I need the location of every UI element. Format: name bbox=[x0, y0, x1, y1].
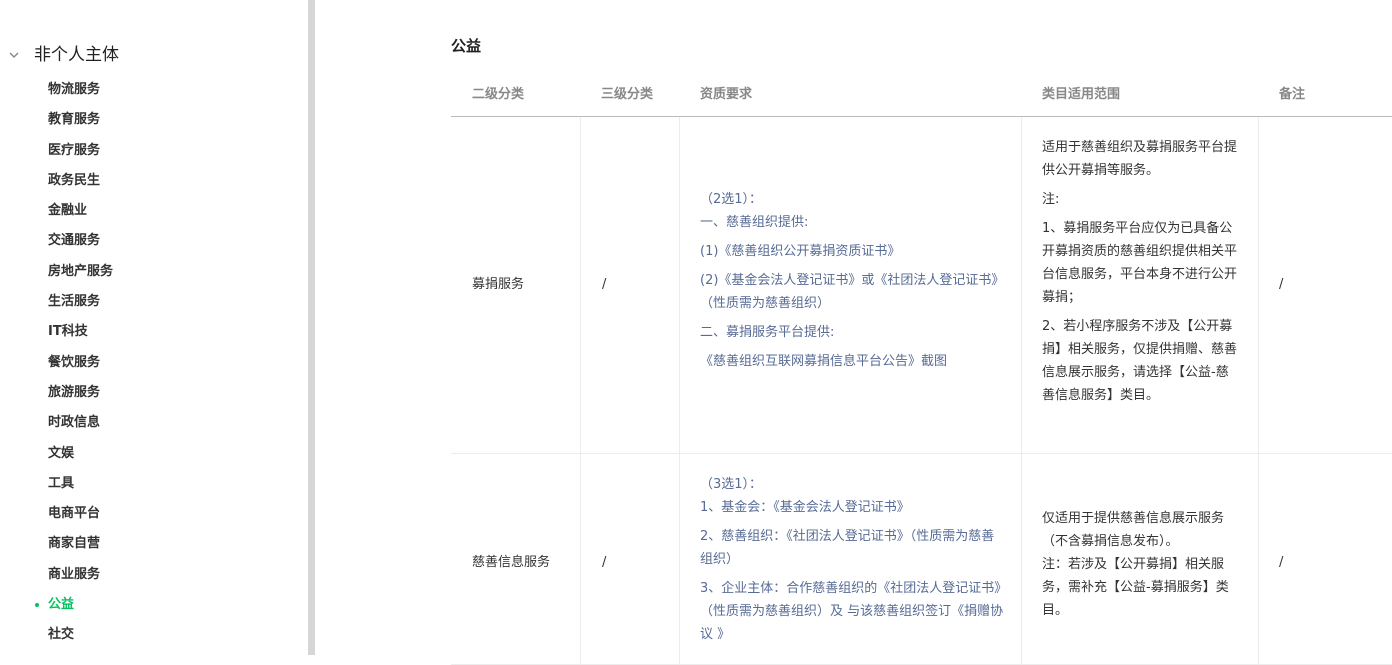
sidebar-item[interactable]: 工具 bbox=[48, 473, 113, 503]
qual-line: (1)《慈善组织公开募捐资质证书》 bbox=[700, 244, 901, 259]
sidebar-item[interactable]: 政务民生 bbox=[48, 170, 113, 200]
table-header: 二级分类 三级分类 资质要求 类目适用范围 备注 bbox=[451, 76, 1392, 117]
sidebar: 非个人主体 物流服务教育服务医疗服务政务民生金融业交通服务房地产服务生活服务 IT… bbox=[0, 0, 308, 655]
qual-line: 一、慈善组织提供: bbox=[700, 215, 809, 230]
sidebar-item-label: 生活服务 bbox=[48, 294, 101, 310]
sidebar-item[interactable]: 餐饮服务 bbox=[48, 352, 113, 382]
sidebar-item[interactable]: 生活服务 bbox=[48, 291, 113, 321]
active-dot-icon bbox=[35, 603, 39, 608]
cell-note: / bbox=[1279, 555, 1284, 570]
scope-line: 2、若小程序服务不涉及【公开募捐】相关服务，仅提供捐赠、慈善信息展示服务，请选择… bbox=[1042, 319, 1238, 403]
header-level2: 二级分类 bbox=[472, 87, 525, 102]
header-qualification: 资质要求 bbox=[700, 87, 753, 102]
sidebar-item[interactable]: 旅游服务 bbox=[48, 382, 113, 412]
qual-line: 3、企业主体：合作慈善组织的《社团法人登记证书》（性质需为慈善组织）及 与该慈善… bbox=[700, 581, 1004, 642]
chevron-down-icon[interactable] bbox=[8, 50, 20, 60]
sidebar-item[interactable]: 房地产服务 bbox=[48, 261, 113, 291]
scope-line: 仅适用于提供慈善信息展示服务（不含募捐信息发布）。 bbox=[1042, 511, 1225, 549]
cell-level3: / bbox=[602, 277, 607, 292]
sidebar-nav: 物流服务教育服务医疗服务政务民生金融业交通服务房地产服务生活服务 IT科技餐饮服务… bbox=[35, 79, 113, 655]
table-row: 募捐服务 / （2选1）： 一、慈善组织提供: (1)《慈善组织公开募捐资质证书… bbox=[451, 117, 1392, 454]
page-title: 公益 bbox=[451, 37, 482, 55]
sidebar-item-label: 商家自营 bbox=[48, 536, 101, 552]
sidebar-item[interactable]: 物流服务 bbox=[48, 79, 113, 109]
scope-line: 注: bbox=[1042, 192, 1060, 207]
sidebar-item-label: 商业服务 bbox=[48, 566, 101, 582]
header-scope: 类目适用范围 bbox=[1042, 87, 1121, 102]
sidebar-item-label: 房地产服务 bbox=[48, 263, 114, 279]
cell-level2: 慈善信息服务 bbox=[472, 555, 551, 570]
scope-line: 1、募捐服务平台应仅为已具备公开募捐资质的慈善组织提供相关平台信息服务，平台本身… bbox=[1042, 221, 1238, 305]
qual-line: (2)《基金会法人登记证书》或《社团法人登记证书》（性质需为慈善组织） bbox=[700, 273, 998, 311]
sidebar-item-label: 医疗服务 bbox=[48, 142, 101, 158]
sidebar-item[interactable]: 公益 bbox=[35, 594, 113, 624]
sidebar-item-label: 餐饮服务 bbox=[48, 354, 101, 370]
sidebar-item[interactable]: 金融业 bbox=[48, 200, 113, 230]
sidebar-item[interactable]: 交通服务 bbox=[48, 230, 113, 260]
qual-line: （3选1）： bbox=[700, 477, 763, 492]
scope-line: 注：若涉及【公开募捐】相关服务，需补充【公益-募捐服务】类目。 bbox=[1042, 557, 1229, 618]
qual-line: （2选1）： bbox=[700, 192, 763, 207]
sidebar-item[interactable]: 时政信息 bbox=[48, 412, 113, 442]
sidebar-item-label: 文娱 bbox=[48, 445, 75, 461]
qual-line: 1、基金会：《基金会法人登记证书》 bbox=[700, 500, 910, 515]
sidebar-item[interactable]: 电商平台 bbox=[48, 503, 113, 533]
sidebar-item-label: 电商平台 bbox=[48, 506, 101, 522]
sidebar-item[interactable]: 社交 bbox=[48, 624, 113, 654]
sidebar-item-label: 交通服务 bbox=[48, 233, 101, 249]
cell-level2: 募捐服务 bbox=[472, 277, 525, 292]
sidebar-item-label: 金融业 bbox=[48, 203, 88, 219]
header-note: 备注 bbox=[1279, 87, 1306, 102]
sidebar-item[interactable]: 商业服务 bbox=[48, 564, 113, 594]
qual-line: 2、慈善组织：《社团法人登记证书》（性质需为慈善组织） bbox=[700, 529, 995, 567]
cell-qualification: （3选1）： 1、基金会：《基金会法人登记证书》 2、慈善组织：《社团法人登记证… bbox=[700, 473, 1004, 646]
sidebar-group-title[interactable]: 非个人主体 bbox=[34, 43, 119, 67]
sidebar-item[interactable]: 教育服务 bbox=[48, 109, 113, 139]
qual-line: 《慈善组织互联网募捐信息平台公告》截图 bbox=[700, 354, 948, 369]
cell-note: / bbox=[1279, 277, 1284, 292]
scope-line: 适用于慈善组织及募捐服务平台提供公开募捐等服务。 bbox=[1042, 140, 1238, 178]
sidebar-item-label: 教育服务 bbox=[48, 112, 101, 128]
sidebar-divider bbox=[308, 0, 315, 655]
sidebar-item[interactable]: 文娱 bbox=[48, 443, 113, 473]
sidebar-item-label: 时政信息 bbox=[48, 415, 101, 431]
header-level3: 三级分类 bbox=[601, 87, 654, 102]
table-row: 慈善信息服务 / （3选1）： 1、基金会：《基金会法人登记证书》 2、慈善组织… bbox=[451, 454, 1392, 665]
cell-scope: 适用于慈善组织及募捐服务平台提供公开募捐等服务。 注: 1、募捐服务平台应仅为已… bbox=[1042, 136, 1238, 407]
cell-qualification: （2选1）： 一、慈善组织提供: (1)《慈善组织公开募捐资质证书》 (2)《基… bbox=[700, 188, 1004, 373]
sidebar-item-label: 物流服务 bbox=[48, 82, 101, 97]
cell-level3: / bbox=[602, 555, 607, 570]
qual-line: 二、募捐服务平台提供: bbox=[700, 325, 835, 340]
sidebar-item-label: 工具 bbox=[48, 475, 75, 491]
sidebar-item-label: 公益 bbox=[48, 597, 75, 613]
sidebar-item-label: 社交 bbox=[48, 627, 75, 643]
sidebar-item[interactable]: 医疗服务 bbox=[48, 140, 113, 170]
sidebar-item[interactable]: IT科技 bbox=[48, 321, 113, 351]
sidebar-item-label: 政务民生 bbox=[48, 172, 101, 188]
sidebar-item-label: 旅游服务 bbox=[48, 384, 101, 400]
cell-scope: 仅适用于提供慈善信息展示服务（不含募捐信息发布）。 注：若涉及【公开募捐】相关服… bbox=[1042, 507, 1238, 622]
sidebar-item-label: IT科技 bbox=[48, 324, 88, 340]
sidebar-item[interactable]: 商家自营 bbox=[48, 533, 113, 563]
